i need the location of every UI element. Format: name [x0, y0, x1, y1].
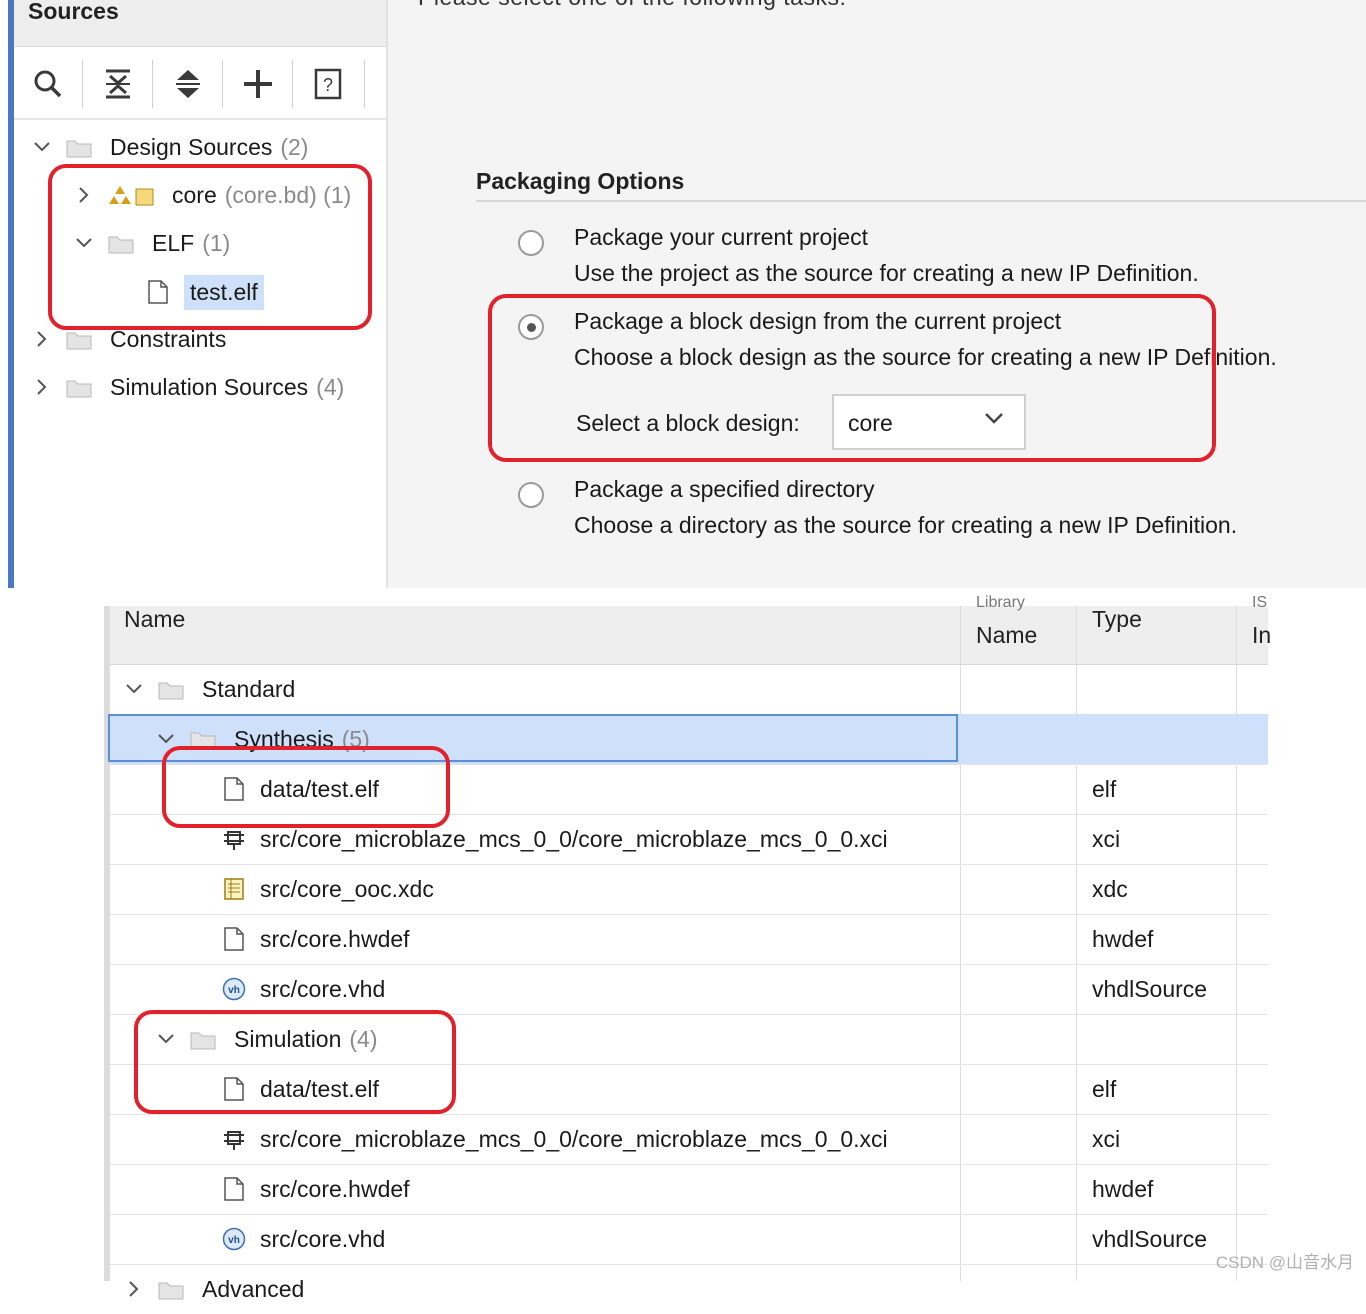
sources-title: Sources — [28, 0, 119, 24]
packaging-options-title: Packaging Options — [476, 168, 685, 194]
file-type: elf — [1092, 1075, 1117, 1102]
tree-label: Design Sources — [110, 133, 273, 160]
folder-icon — [66, 329, 92, 350]
folder-icon — [66, 137, 92, 158]
svg-text:vh: vh — [228, 985, 240, 996]
column-header-library-top: Library — [976, 594, 1025, 611]
folder-icon — [66, 377, 92, 398]
chevron-right-icon[interactable] — [124, 1279, 144, 1299]
radio-package-current-project[interactable] — [518, 230, 544, 256]
table-row[interactable]: src/core.hwdef hwdef — [110, 1164, 1268, 1215]
highlight-annotation — [488, 294, 1216, 462]
add-sources-button[interactable] — [236, 62, 280, 106]
toolbar-separator — [292, 60, 293, 108]
folder-icon — [158, 1279, 184, 1300]
column-header-cut-top: IS — [1252, 594, 1268, 611]
file-type: vhdlSource — [1092, 975, 1208, 1002]
tree-item-simulation-sources[interactable]: Simulation Sources (4) — [32, 370, 344, 404]
file-name: src/core_microblaze_mcs_0_0/core_microbl… — [260, 825, 888, 852]
collapse-all-button[interactable] — [96, 62, 140, 106]
file-name: src/core.vhd — [260, 1225, 386, 1252]
file-groups-table: Name Library Name Type IS In Standard Sy… — [104, 594, 1271, 1302]
toolbar-separator — [152, 60, 153, 108]
help-icon: ? — [314, 68, 342, 100]
search-icon — [34, 70, 62, 98]
tree-count: (4) — [316, 373, 345, 400]
chevron-down-icon[interactable] — [32, 137, 52, 157]
vhdl-icon: vh — [222, 976, 246, 1002]
file-type: xci — [1092, 1125, 1121, 1152]
chevron-right-icon[interactable] — [32, 329, 52, 349]
file-name: src/core.hwdef — [260, 925, 410, 952]
svg-text:?: ? — [323, 75, 333, 95]
toolbar-separator — [364, 60, 365, 108]
toolbar-separator — [82, 60, 83, 108]
help-button[interactable]: ? — [306, 62, 350, 106]
file-type: hwdef — [1092, 1175, 1154, 1202]
column-header-cut[interactable]: In — [1252, 622, 1271, 649]
packaging-options-panel: Please select one of the following tasks… — [386, 0, 1366, 588]
dialog-heading: Please select one of the following tasks… — [418, 0, 846, 11]
section-divider — [476, 200, 1366, 202]
tree-label: Simulation Sources — [110, 373, 309, 400]
table-row[interactable]: vh src/core.vhd vhdlSource — [110, 1214, 1268, 1265]
file-type: vhdlSource — [1092, 1225, 1208, 1252]
sources-toolbar: ? — [14, 50, 386, 120]
highlight-annotation — [134, 1010, 456, 1114]
table-header: Name Library Name Type IS In — [110, 594, 1271, 665]
file-name: src/core_ooc.xdc — [260, 875, 434, 902]
group-label: Standard — [202, 675, 296, 702]
tree-item-design-sources[interactable]: Design Sources (2) — [32, 130, 308, 164]
chevron-down-icon[interactable] — [124, 679, 144, 699]
table-row-advanced[interactable]: Advanced — [110, 1264, 1268, 1314]
table-row-standard[interactable]: Standard — [110, 664, 1268, 715]
file-name: src/core.vhd — [260, 975, 386, 1002]
file-type: hwdef — [1092, 925, 1154, 952]
vhdl-icon: vh — [222, 1226, 246, 1252]
group-label: Advanced — [202, 1275, 305, 1302]
table-row[interactable]: src/core_microblaze_mcs_0_0/core_microbl… — [110, 1114, 1268, 1165]
add-icon — [244, 70, 272, 98]
table-row[interactable]: vh src/core.vhd vhdlSource — [110, 964, 1268, 1015]
option-description: Choose a directory as the source for cre… — [574, 512, 1238, 538]
ip-chip-icon — [222, 1126, 246, 1152]
file-type: elf — [1092, 775, 1117, 802]
watermark: CSDN @山音水月 — [1215, 1253, 1354, 1272]
option-title: Package your current project — [574, 224, 869, 250]
sources-panel: Sources ? Design Sources (2) core (core.… — [14, 0, 386, 588]
svg-text:vh: vh — [228, 1235, 240, 1246]
column-header-name[interactable]: Name — [124, 606, 185, 633]
file-icon — [222, 1176, 246, 1202]
column-header-library-name[interactable]: Name — [976, 622, 1037, 649]
search-button[interactable] — [26, 62, 70, 106]
column-header-type[interactable]: Type — [1092, 606, 1142, 633]
option-description: Use the project as the source for creati… — [574, 260, 1199, 286]
tree-count: (2) — [280, 133, 309, 160]
radio-package-directory[interactable] — [518, 482, 544, 508]
table-row[interactable]: src/core.hwdef hwdef — [110, 914, 1268, 965]
file-icon — [222, 926, 246, 952]
constraints-file-icon — [222, 876, 246, 902]
sources-header: Sources — [14, 0, 386, 47]
chevron-right-icon[interactable] — [32, 377, 52, 397]
table-row[interactable]: src/core_ooc.xdc xdc — [110, 864, 1268, 915]
folder-icon — [158, 679, 184, 700]
option-title: Package a specified directory — [574, 476, 875, 502]
ip-chip-icon — [222, 826, 246, 852]
file-type: xci — [1092, 825, 1121, 852]
toolbar-separator — [222, 60, 223, 108]
file-name: src/core_microblaze_mcs_0_0/core_microbl… — [260, 1125, 888, 1152]
file-name: src/core.hwdef — [260, 1175, 410, 1202]
expand-all-icon — [176, 70, 200, 98]
highlight-annotation — [48, 164, 372, 330]
expand-all-button[interactable] — [166, 62, 210, 106]
highlight-annotation — [162, 746, 450, 828]
top-screenshot: Sources ? Design Sources (2) core (core.… — [0, 0, 1366, 588]
collapse-all-icon — [106, 69, 130, 99]
file-type: xdc — [1092, 875, 1128, 902]
